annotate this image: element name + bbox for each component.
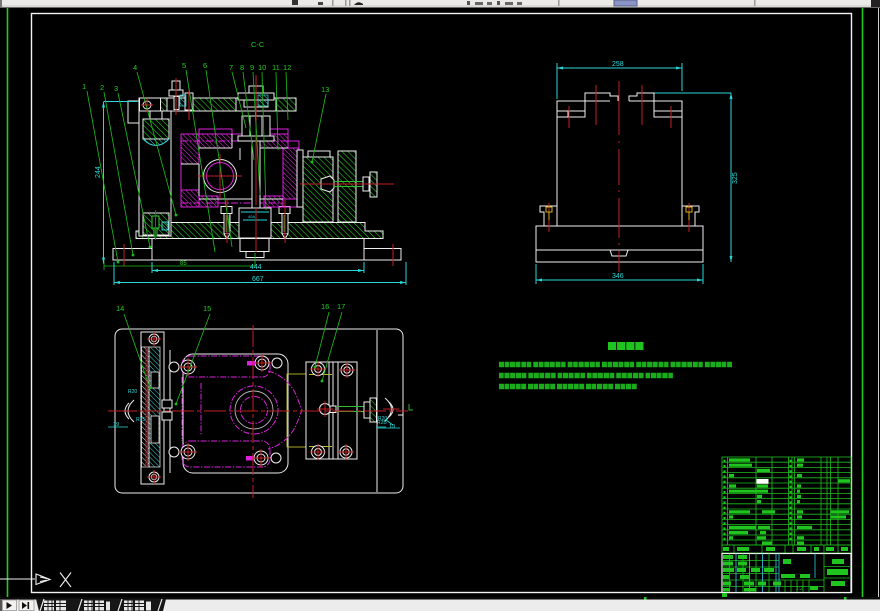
svg-text:14: 14 bbox=[116, 304, 124, 313]
svg-text:4: 4 bbox=[133, 63, 137, 72]
svg-text:11: 11 bbox=[272, 63, 280, 72]
svg-text:667: 667 bbox=[252, 276, 264, 283]
svg-text:6: 6 bbox=[203, 61, 207, 70]
svg-text:9: 9 bbox=[250, 63, 254, 72]
svg-text:R15: R15 bbox=[136, 417, 145, 423]
svg-text:346: 346 bbox=[612, 273, 624, 280]
svg-text:C-C: C-C bbox=[251, 40, 265, 49]
svg-text:16: 16 bbox=[321, 302, 329, 311]
svg-text:13: 13 bbox=[321, 85, 329, 94]
svg-text:1:2: 1:2 bbox=[796, 586, 803, 592]
svg-text:40A: 40A bbox=[248, 214, 255, 219]
svg-text:19: 19 bbox=[389, 424, 395, 430]
svg-text:5: 5 bbox=[182, 61, 186, 70]
svg-text:325: 325 bbox=[732, 172, 739, 184]
svg-text:3: 3 bbox=[114, 84, 118, 93]
svg-text:R20: R20 bbox=[378, 416, 387, 422]
svg-text:7: 7 bbox=[229, 63, 233, 72]
svg-text:15: 15 bbox=[203, 304, 211, 313]
svg-text:R20: R20 bbox=[128, 389, 137, 395]
svg-text:10: 10 bbox=[258, 63, 266, 72]
svg-text:258: 258 bbox=[612, 61, 624, 68]
svg-text:8: 8 bbox=[240, 63, 244, 72]
svg-text:12: 12 bbox=[283, 63, 291, 72]
svg-text:444: 444 bbox=[250, 264, 262, 271]
svg-text:19: 19 bbox=[113, 422, 119, 428]
svg-text:1: 1 bbox=[82, 82, 86, 91]
svg-text:17: 17 bbox=[337, 302, 345, 311]
svg-text:85: 85 bbox=[180, 261, 187, 267]
svg-text:2: 2 bbox=[100, 83, 104, 92]
